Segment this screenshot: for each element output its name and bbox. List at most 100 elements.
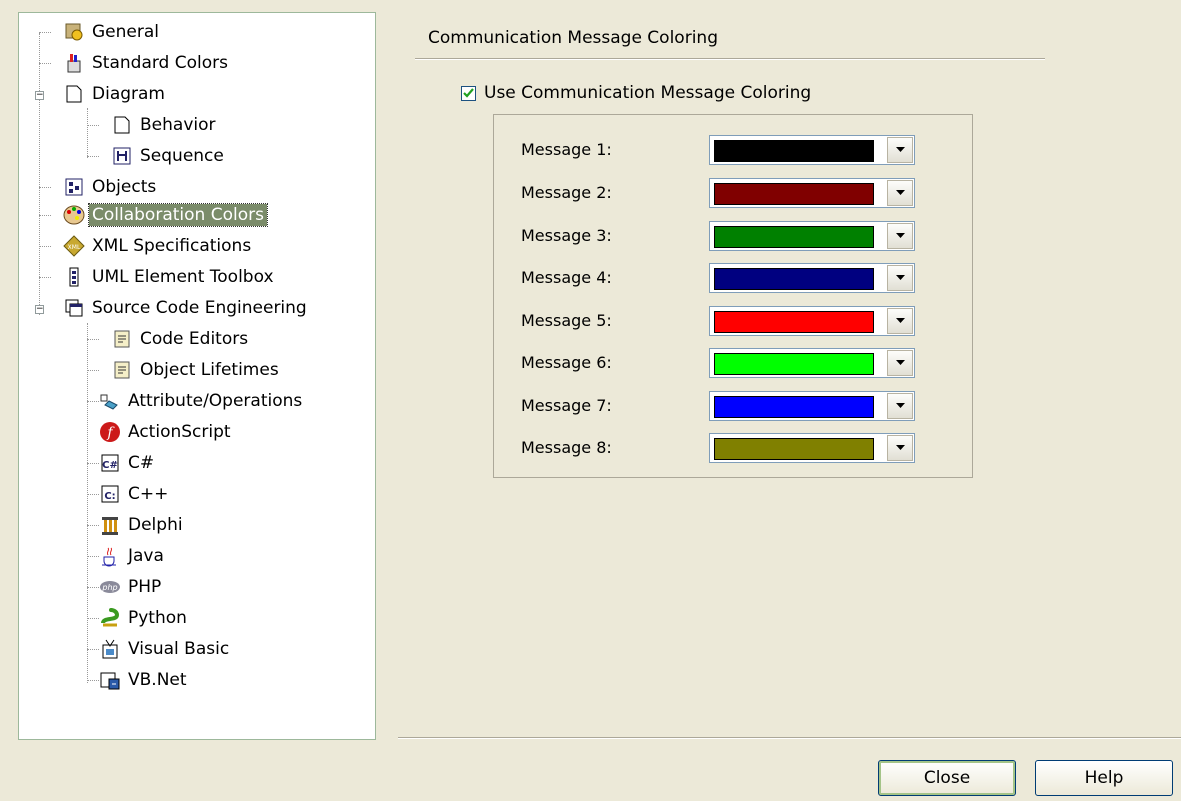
message-label: Message 8:	[521, 438, 612, 457]
message-label: Message 1:	[521, 140, 612, 159]
help-button[interactable]: Help	[1035, 760, 1173, 796]
flash-icon: f	[99, 421, 121, 443]
message-row-1: Message 1:	[494, 132, 972, 168]
tree-item-xml-specifications[interactable]: XML XML Specifications	[63, 233, 254, 259]
dropdown-arrow-icon[interactable]	[887, 435, 913, 461]
close-button[interactable]: Close	[878, 760, 1016, 796]
section-divider	[415, 58, 1045, 60]
dropdown-arrow-icon[interactable]	[887, 393, 913, 419]
message-colors-group: Message 1: Message 2: Message 3: Message…	[493, 114, 973, 478]
use-coloring-label: Use Communication Message Coloring	[484, 83, 812, 103]
tree-item-attribute-operations[interactable]: Attribute/Operations	[99, 388, 305, 414]
tree-item-standard-colors[interactable]: Standard Colors	[63, 50, 231, 76]
message-row-4: Message 4:	[494, 260, 972, 296]
message-row-6: Message 6:	[494, 345, 972, 381]
code-file-icon	[111, 359, 133, 381]
tree-item-general[interactable]: General	[63, 19, 162, 45]
python-icon	[99, 607, 121, 629]
tree-item-behavior[interactable]: Behavior	[111, 112, 219, 138]
color-swatch	[714, 226, 874, 248]
color-swatch	[714, 311, 874, 333]
paint-bucket-icon	[63, 52, 85, 74]
tree-item-actionscript[interactable]: f ActionScript	[99, 419, 234, 445]
message-label: Message 2:	[521, 183, 612, 202]
tree-item-objects[interactable]: Objects	[63, 174, 159, 200]
message-row-2: Message 2:	[494, 175, 972, 211]
palette-icon	[63, 204, 85, 226]
tree-item-csharp[interactable]: C# C#	[99, 450, 157, 476]
message-5-color-select[interactable]	[709, 306, 915, 336]
delphi-icon	[99, 514, 121, 536]
windows-icon	[63, 297, 85, 319]
message-1-color-select[interactable]	[709, 135, 915, 165]
tree-item-java[interactable]: Java	[99, 543, 167, 569]
options-tree[interactable]: − − General Standard Colors Diagram Beha…	[18, 12, 376, 740]
color-swatch	[714, 396, 874, 418]
vb-icon	[99, 638, 121, 660]
source-code-expander[interactable]: −	[35, 305, 44, 314]
message-label: Message 5:	[521, 311, 612, 330]
tree-item-collaboration-colors[interactable]: Collaboration Colors	[63, 202, 268, 228]
page-icon	[63, 83, 85, 105]
dropdown-arrow-icon[interactable]	[887, 223, 913, 249]
tree-item-code-editors[interactable]: Code Editors	[111, 326, 251, 352]
general-icon	[63, 21, 85, 43]
message-6-color-select[interactable]	[709, 348, 915, 378]
message-row-3: Message 3:	[494, 218, 972, 254]
tree-item-diagram[interactable]: Diagram	[63, 81, 168, 107]
message-row-5: Message 5:	[494, 303, 972, 339]
dropdown-arrow-icon[interactable]	[887, 350, 913, 376]
toolbox-icon	[63, 266, 85, 288]
message-label: Message 6:	[521, 353, 612, 372]
tree-item-cpp[interactable]: C: C++	[99, 481, 171, 507]
vbnet-icon	[99, 669, 121, 691]
tree-item-source-code-engineering[interactable]: Source Code Engineering	[63, 295, 310, 321]
svg-text:php: php	[101, 583, 117, 592]
color-swatch	[714, 438, 874, 460]
footer-divider	[398, 737, 1181, 739]
checkmark-icon	[463, 87, 474, 98]
code-file-icon	[111, 328, 133, 350]
tree-item-php[interactable]: php PHP	[99, 574, 164, 600]
cpp-icon: C:	[99, 483, 121, 505]
message-7-color-select[interactable]	[709, 391, 915, 421]
tree-item-vb-net[interactable]: VB.Net	[99, 667, 190, 693]
dropdown-arrow-icon[interactable]	[887, 308, 913, 334]
dropdown-arrow-icon[interactable]	[887, 180, 913, 206]
color-swatch	[714, 140, 874, 162]
dropdown-arrow-icon[interactable]	[887, 137, 913, 163]
dropdown-arrow-icon[interactable]	[887, 265, 913, 291]
objects-icon	[63, 176, 85, 198]
message-8-color-select[interactable]	[709, 433, 915, 463]
color-swatch	[714, 183, 874, 205]
use-coloring-row[interactable]: Use Communication Message Coloring	[461, 83, 811, 103]
java-icon	[99, 545, 121, 567]
diagram-expander[interactable]: −	[35, 91, 44, 100]
message-row-7: Message 7:	[494, 388, 972, 424]
svg-text:C#: C#	[102, 460, 118, 471]
color-swatch	[714, 353, 874, 375]
svg-text:C:: C:	[104, 491, 115, 502]
message-2-color-select[interactable]	[709, 178, 915, 208]
message-label: Message 4:	[521, 268, 612, 287]
tree-item-object-lifetimes[interactable]: Object Lifetimes	[111, 357, 282, 383]
sequence-icon	[111, 145, 133, 167]
message-3-color-select[interactable]	[709, 221, 915, 251]
tree-item-delphi[interactable]: Delphi	[99, 512, 186, 538]
tree-item-uml-element-toolbox[interactable]: UML Element Toolbox	[63, 264, 277, 290]
svg-text:XML: XML	[68, 244, 81, 251]
tree-item-python[interactable]: Python	[99, 605, 190, 631]
xml-icon: XML	[63, 235, 85, 257]
color-swatch	[714, 268, 874, 290]
tree-item-visual-basic[interactable]: Visual Basic	[99, 636, 232, 662]
use-coloring-checkbox[interactable]	[461, 85, 476, 101]
message-label: Message 7:	[521, 396, 612, 415]
attribute-icon	[99, 390, 121, 412]
csharp-icon: C#	[99, 452, 121, 474]
page-icon	[111, 114, 133, 136]
php-icon: php	[99, 576, 121, 598]
message-4-color-select[interactable]	[709, 263, 915, 293]
message-row-8: Message 8:	[494, 430, 972, 466]
tree-item-sequence[interactable]: Sequence	[111, 143, 227, 169]
message-label: Message 3:	[521, 226, 612, 245]
